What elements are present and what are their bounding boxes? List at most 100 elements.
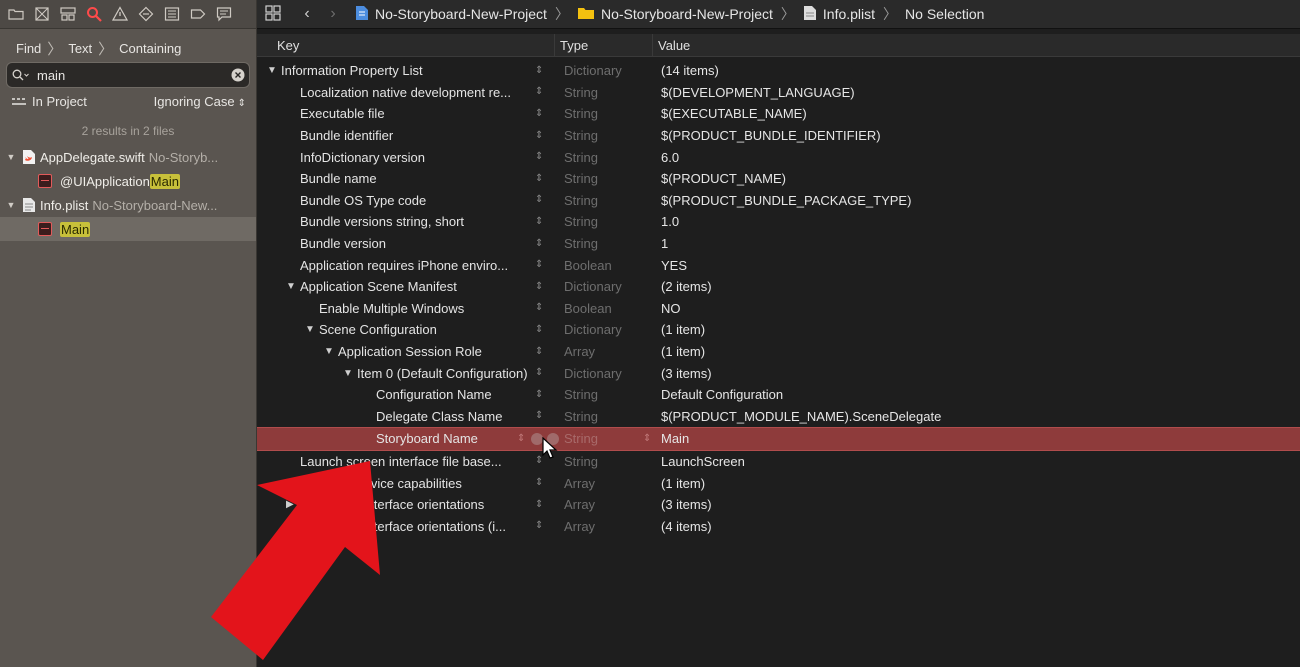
plist-type[interactable]: String bbox=[564, 106, 598, 121]
disclosure-triangle-icon[interactable]: ▼ bbox=[267, 65, 281, 76]
plist-value[interactable]: LaunchScreen bbox=[661, 454, 745, 469]
back-button[interactable]: ‹ bbox=[297, 5, 317, 23]
plist-row[interactable]: Bundle version ⇕ String 1 bbox=[257, 233, 1300, 255]
column-type[interactable]: Type bbox=[560, 38, 588, 53]
plist-row[interactable]: Localization native development re... ⇕ St… bbox=[257, 82, 1300, 104]
plist-type[interactable]: String bbox=[564, 409, 598, 424]
disclosure-triangle-icon[interactable]: ▶ bbox=[286, 499, 300, 510]
column-divider[interactable] bbox=[652, 34, 653, 56]
plist-type[interactable]: String bbox=[564, 236, 598, 251]
column-divider[interactable] bbox=[554, 34, 555, 56]
plist-type[interactable]: String bbox=[564, 171, 598, 186]
result-match-row[interactable]: Main bbox=[0, 217, 256, 241]
plist-value[interactable]: $(PRODUCT_BUNDLE_PACKAGE_TYPE) bbox=[661, 193, 911, 208]
scope-selector[interactable]: In Project bbox=[12, 94, 87, 109]
disclosure-triangle-icon[interactable]: ▼ bbox=[324, 346, 338, 357]
type-stepper-icon[interactable]: ⇕ bbox=[535, 368, 543, 378]
plist-key[interactable]: Localization native development re... bbox=[286, 85, 511, 100]
plist-type[interactable]: Boolean bbox=[564, 258, 612, 273]
disclosure-triangle-icon[interactable]: ▶ bbox=[286, 521, 300, 532]
type-stepper-icon[interactable]: ⇕ bbox=[535, 478, 543, 488]
plist-row[interactable]: InfoDictionary version ⇕ String 6.0 bbox=[257, 146, 1300, 168]
plist-value[interactable]: $(PRODUCT_MODULE_NAME).SceneDelegate bbox=[661, 409, 941, 424]
breadcrumb-folder[interactable]: No-Storyboard-New-Project bbox=[601, 6, 773, 22]
type-stepper-icon[interactable]: ⇕ bbox=[535, 87, 543, 97]
plist-value[interactable]: (3 items) bbox=[661, 366, 712, 381]
plist-value[interactable]: $(EXECUTABLE_NAME) bbox=[661, 106, 807, 121]
column-key[interactable]: Key bbox=[277, 38, 299, 53]
plist-row[interactable]: ▶ Supported interface orientations ⇕ Array (… bbox=[257, 494, 1300, 516]
tag-icon[interactable] bbox=[188, 4, 208, 24]
plist-row[interactable]: Executable file ⇕ String $(EXECUTABLE_NAME) bbox=[257, 103, 1300, 125]
type-stepper-icon[interactable]: ⇕ bbox=[535, 216, 543, 226]
value-stepper-icon[interactable]: ⇕ bbox=[643, 433, 651, 444]
plist-value[interactable]: (1 item) bbox=[661, 322, 705, 337]
plist-row[interactable]: Bundle versions string, short ⇕ String 1.0 bbox=[257, 211, 1300, 233]
plist-row[interactable]: Enable Multiple Windows ⇕ Boolean NO bbox=[257, 298, 1300, 320]
plist-type[interactable]: String bbox=[564, 431, 598, 446]
plist-type[interactable]: String bbox=[564, 128, 598, 143]
plist-key[interactable]: Bundle versions string, short bbox=[286, 214, 464, 229]
type-stepper-icon[interactable]: ⇕ bbox=[535, 238, 543, 248]
breadcrumb-file[interactable]: Info.plist bbox=[823, 6, 875, 22]
plist-type[interactable]: Dictionary bbox=[564, 322, 622, 337]
search-icon[interactable] bbox=[7, 69, 35, 81]
clear-search-icon[interactable] bbox=[227, 68, 249, 82]
plist-key[interactable]: Bundle name bbox=[286, 171, 377, 186]
plist-key[interactable]: Bundle identifier bbox=[286, 128, 393, 143]
type-stepper-icon[interactable]: ⇕ bbox=[535, 195, 543, 205]
plist-key[interactable]: ▼ Information Property List bbox=[267, 63, 423, 78]
disclosure-triangle-icon[interactable]: ▼ bbox=[343, 368, 357, 379]
plist-row[interactable]: ▼ Application Session Role ⇕ Array (1 item) bbox=[257, 341, 1300, 363]
type-stepper-icon[interactable]: ⇕ bbox=[535, 389, 543, 399]
plist-value[interactable]: 6.0 bbox=[661, 150, 679, 165]
breadcrumb-selection[interactable]: No Selection bbox=[905, 6, 984, 22]
plist-key[interactable]: Bundle OS Type code bbox=[286, 193, 426, 208]
find-type[interactable]: Text bbox=[68, 41, 92, 56]
plist-row-selected[interactable]: Storyboard Name ⇕ String ⇕ Main bbox=[257, 427, 1300, 451]
find-mode[interactable]: Find bbox=[16, 41, 41, 56]
type-stepper-icon[interactable]: ⇕ bbox=[535, 499, 543, 509]
plist-value[interactable]: Default Configuration bbox=[661, 387, 783, 402]
plist-key[interactable]: Delegate Class Name bbox=[362, 409, 502, 424]
type-stepper-icon[interactable]: ⇕ bbox=[535, 173, 543, 183]
plist-value[interactable]: YES bbox=[661, 258, 687, 273]
type-stepper-icon[interactable]: ⇕ bbox=[535, 281, 543, 291]
plist-type[interactable]: String bbox=[564, 387, 598, 402]
plist-value[interactable]: (4 items) bbox=[661, 519, 712, 534]
plist-type[interactable]: String bbox=[564, 454, 598, 469]
plist-key[interactable]: Configuration Name bbox=[362, 387, 492, 402]
plist-key[interactable]: ▶ Supported interface orientations bbox=[286, 497, 484, 512]
type-stepper-icon[interactable]: ⇕ bbox=[535, 130, 543, 140]
plist-value[interactable]: (3 items) bbox=[661, 497, 712, 512]
type-stepper-icon[interactable]: ⇕ bbox=[535, 65, 543, 75]
find-icon[interactable] bbox=[84, 4, 104, 24]
plist-value[interactable]: 1 bbox=[661, 236, 668, 251]
plist-type[interactable]: String bbox=[564, 85, 598, 100]
plist-type[interactable]: String bbox=[564, 193, 598, 208]
plist-value[interactable]: (1 item) bbox=[661, 344, 705, 359]
plist-value[interactable]: (2 items) bbox=[661, 279, 712, 294]
plist-type[interactable]: Dictionary bbox=[564, 63, 622, 78]
source-control-icon[interactable] bbox=[32, 4, 52, 24]
search-input[interactable] bbox=[35, 66, 227, 84]
plist-row[interactable]: Bundle name ⇕ String $(PRODUCT_NAME) bbox=[257, 168, 1300, 190]
find-mode-breadcrumb[interactable]: Find 〉 Text 〉 Containing bbox=[16, 38, 181, 59]
list-icon[interactable] bbox=[162, 4, 182, 24]
result-match-row[interactable]: @UIApplication Main bbox=[0, 169, 256, 193]
type-stepper-icon[interactable]: ⇕ bbox=[535, 303, 543, 313]
plist-row[interactable]: ▼ Scene Configuration ⇕ Dictionary (1 item) bbox=[257, 319, 1300, 341]
plist-type[interactable]: Dictionary bbox=[564, 279, 622, 294]
plist-row[interactable]: ▼ Information Property List ⇕ Dictionary (14… bbox=[257, 60, 1300, 82]
plist-type[interactable]: Array bbox=[564, 519, 595, 534]
type-stepper-icon[interactable]: ⇕ bbox=[535, 411, 543, 421]
plist-type[interactable]: Array bbox=[564, 344, 595, 359]
plist-key[interactable]: ▼ Application Session Role bbox=[324, 344, 482, 359]
forward-button[interactable]: › bbox=[323, 5, 343, 23]
result-file-row[interactable]: ▼ Info.plist No-Storyboard-New... bbox=[0, 193, 256, 217]
type-stepper-icon[interactable]: ⇕ bbox=[535, 108, 543, 118]
plist-key[interactable]: Enable Multiple Windows bbox=[305, 301, 464, 316]
plist-row[interactable]: ▶ Supported interface orientations (i... ⇕… bbox=[257, 515, 1300, 537]
plist-row[interactable]: Launch screen interface file base... ⇕ Str… bbox=[257, 451, 1300, 473]
plist-type[interactable]: Array bbox=[564, 497, 595, 512]
